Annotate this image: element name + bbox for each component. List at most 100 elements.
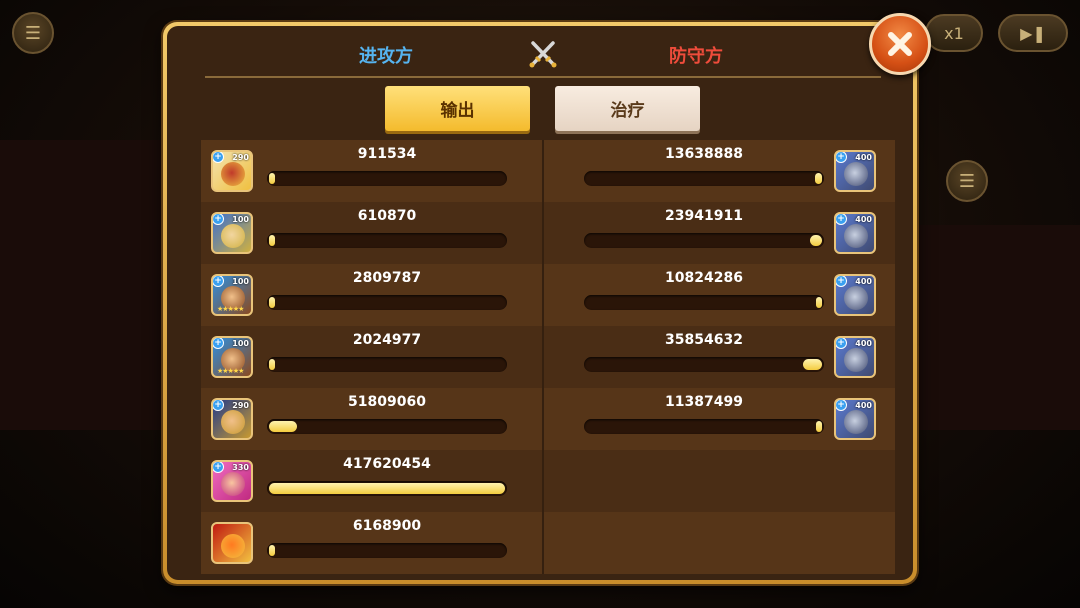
damage-value: 51809060 bbox=[348, 394, 426, 410]
damage-bar bbox=[584, 233, 824, 248]
hero-level: 100 bbox=[232, 339, 249, 348]
hero-level: 400 bbox=[855, 277, 872, 286]
damage-value: 35854632 bbox=[665, 332, 743, 348]
attacker-entry: +290 51809060 bbox=[201, 388, 542, 450]
star-rating: ★★★★★ bbox=[217, 367, 244, 375]
attacker-entry: 6168900 bbox=[201, 512, 542, 574]
damage-bar-fill bbox=[269, 173, 275, 184]
damage-bar-fill bbox=[269, 297, 275, 308]
damage-bar-fill bbox=[815, 173, 822, 184]
defender-entry: +400 11387499 bbox=[544, 388, 885, 450]
hero-level: 400 bbox=[855, 339, 872, 348]
damage-bar-fill bbox=[803, 359, 822, 370]
hero-level: 400 bbox=[855, 401, 872, 410]
hero-avatar[interactable]: +400 bbox=[834, 398, 876, 440]
damage-bar bbox=[267, 481, 507, 496]
damage-bar bbox=[584, 357, 824, 372]
damage-bar bbox=[267, 357, 507, 372]
panel-body: 进攻方 防守方 输出 治疗 6168900 +330 417620454 +290 51… bbox=[167, 26, 913, 580]
plus-badge-icon: + bbox=[213, 400, 224, 411]
attacker-entry: +290 911534 bbox=[201, 140, 542, 202]
damage-bar-fill bbox=[269, 545, 275, 556]
damage-bar-fill bbox=[269, 421, 297, 432]
hero-avatar[interactable]: +290 bbox=[211, 398, 253, 440]
defense-team-label: 防守方 bbox=[669, 46, 723, 67]
damage-bar bbox=[267, 419, 507, 434]
stats-table[interactable]: 6168900 +330 417620454 +290 51809060 +400 1138… bbox=[201, 140, 895, 574]
plus-badge-icon: + bbox=[213, 152, 224, 163]
hero-portrait bbox=[844, 286, 868, 310]
hero-portrait bbox=[221, 472, 245, 496]
speed-button[interactable]: x1 bbox=[925, 14, 983, 52]
damage-value: 11387499 bbox=[665, 394, 743, 410]
hero-level: 290 bbox=[232, 401, 249, 410]
defender-entry: +400 10824286 bbox=[544, 264, 885, 326]
star-rating: ★★★★★ bbox=[217, 305, 244, 313]
hero-level: 330 bbox=[232, 463, 249, 472]
damage-value: 13638888 bbox=[665, 146, 743, 162]
skip-button[interactable]: ▶❚ bbox=[998, 14, 1068, 52]
plus-badge-icon: + bbox=[836, 214, 847, 225]
table-row: +290 911534 +400 13638888 bbox=[201, 140, 895, 202]
hero-avatar[interactable] bbox=[211, 522, 253, 564]
background-dark-strip bbox=[0, 140, 163, 430]
crossed-swords-icon bbox=[529, 41, 557, 68]
column-divider bbox=[542, 140, 544, 574]
damage-stats-panel: 进攻方 防守方 输出 治疗 6168900 +330 417620454 +290 51… bbox=[163, 22, 917, 584]
table-row: +100 ★★★★★ 2024977 +400 35854632 bbox=[201, 326, 895, 388]
defender-entry: +400 35854632 bbox=[544, 326, 885, 388]
hero-portrait bbox=[844, 162, 868, 186]
damage-value: 10824286 bbox=[665, 270, 743, 286]
hero-portrait bbox=[221, 224, 245, 248]
hero-portrait bbox=[844, 410, 868, 434]
panel-header: 进攻方 防守方 bbox=[167, 26, 913, 78]
hero-level: 100 bbox=[232, 215, 249, 224]
damage-bar bbox=[584, 295, 824, 310]
damage-value: 2809787 bbox=[352, 270, 422, 286]
background-dark-strip-right bbox=[917, 225, 1080, 430]
plus-badge-icon: + bbox=[213, 462, 224, 473]
plus-badge-icon: + bbox=[213, 338, 224, 349]
list-icon[interactable]: ☰ bbox=[946, 160, 988, 202]
hero-portrait bbox=[844, 348, 868, 372]
damage-value: 417620454 bbox=[343, 456, 431, 472]
hero-avatar[interactable]: +400 bbox=[834, 274, 876, 316]
hero-avatar[interactable]: +400 bbox=[834, 336, 876, 378]
damage-value: 610870 bbox=[357, 208, 417, 224]
hero-avatar[interactable]: +100 ★★★★★ bbox=[211, 336, 253, 378]
damage-bar-fill bbox=[269, 359, 275, 370]
menu-icon[interactable]: ☰ bbox=[12, 12, 54, 54]
attack-team-label: 进攻方 bbox=[359, 46, 413, 67]
damage-value: 23941911 bbox=[665, 208, 743, 224]
attacker-entry: +330 417620454 bbox=[201, 450, 542, 512]
close-icon bbox=[888, 32, 912, 56]
hero-avatar[interactable]: +330 bbox=[211, 460, 253, 502]
plus-badge-icon: + bbox=[836, 338, 847, 349]
table-row: 6168900 bbox=[201, 512, 895, 574]
plus-badge-icon: + bbox=[836, 400, 847, 411]
table-row: +100 610870 +400 23941911 bbox=[201, 202, 895, 264]
damage-bar bbox=[267, 233, 507, 248]
tab-heal[interactable]: 治疗 bbox=[555, 86, 700, 131]
damage-bar bbox=[584, 171, 824, 186]
hero-avatar[interactable]: +290 bbox=[211, 150, 253, 192]
damage-value: 2024977 bbox=[352, 332, 422, 348]
plus-badge-icon: + bbox=[213, 214, 224, 225]
hero-portrait bbox=[221, 534, 245, 558]
table-row: +290 51809060 +400 11387499 bbox=[201, 388, 895, 450]
defender-entry: +400 23941911 bbox=[544, 202, 885, 264]
hero-portrait bbox=[844, 224, 868, 248]
tab-output[interactable]: 输出 bbox=[385, 86, 530, 131]
hero-level: 290 bbox=[232, 153, 249, 162]
hero-avatar[interactable]: +400 bbox=[834, 212, 876, 254]
hero-avatar[interactable]: +400 bbox=[834, 150, 876, 192]
hero-portrait bbox=[221, 162, 245, 186]
close-button[interactable] bbox=[869, 13, 931, 75]
hero-avatar[interactable]: +100 bbox=[211, 212, 253, 254]
tab-output-label: 输出 bbox=[440, 101, 475, 121]
hero-avatar[interactable]: +100 ★★★★★ bbox=[211, 274, 253, 316]
hero-level: 400 bbox=[855, 215, 872, 224]
damage-bar bbox=[584, 419, 824, 434]
damage-bar-fill bbox=[269, 483, 505, 494]
hero-portrait bbox=[221, 410, 245, 434]
